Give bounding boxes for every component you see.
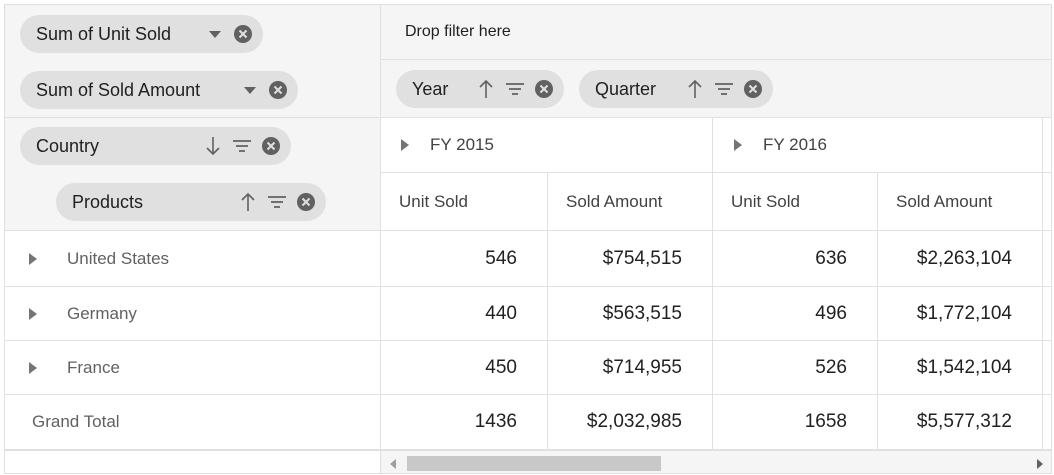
- pill-label: Sum of Unit Sold: [36, 23, 172, 44]
- remove-circle-icon[interactable]: [296, 192, 316, 212]
- sort-ascending-icon[interactable]: [476, 78, 496, 100]
- measure-header-overflow: [1043, 173, 1051, 231]
- value-cell-overflow: [1043, 231, 1051, 287]
- expand-icon[interactable]: [29, 361, 37, 374]
- value-cell[interactable]: $714,955: [548, 341, 713, 395]
- grand-total-cell[interactable]: $2,032,985: [548, 395, 713, 450]
- horizontal-scrollbar[interactable]: [381, 450, 1051, 473]
- caret-down-icon[interactable]: [240, 80, 260, 100]
- column-group-header[interactable]: FY 2015: [381, 118, 713, 173]
- values-pill-unit-sold[interactable]: Sum of Unit Sold: [20, 15, 263, 53]
- grand-total-row-header: Grand Total: [5, 395, 381, 450]
- column-group-label: FY 2016: [763, 135, 827, 154]
- rows-drop-zone[interactable]: Country Products: [5, 118, 381, 231]
- value-cell[interactable]: $1,542,104: [878, 341, 1043, 395]
- value-cell[interactable]: $1,772,104: [878, 287, 1043, 341]
- column-pill-year[interactable]: Year: [396, 70, 564, 108]
- filter-drop-zone[interactable]: Drop filter here: [381, 5, 1051, 60]
- expand-icon[interactable]: [29, 252, 37, 265]
- pivot-table: Sum of Unit Sold Sum of Sold Amount Drop…: [4, 4, 1052, 474]
- value-cell[interactable]: 546: [381, 231, 548, 287]
- measure-header[interactable]: Unit Sold: [713, 173, 878, 231]
- pill-label: Year: [412, 78, 449, 99]
- remove-circle-icon[interactable]: [233, 24, 253, 44]
- scroll-left-icon[interactable]: [390, 459, 396, 469]
- value-cell-overflow: [1043, 287, 1051, 341]
- table-row-header[interactable]: France: [5, 341, 381, 395]
- remove-circle-icon[interactable]: [268, 80, 288, 100]
- measure-label: Sold Amount: [566, 191, 663, 211]
- values-drop-zone[interactable]: Sum of Unit Sold Sum of Sold Amount: [5, 5, 381, 118]
- measure-header[interactable]: Sold Amount: [878, 173, 1043, 231]
- row-pill-products[interactable]: Products: [56, 183, 326, 221]
- filter-icon[interactable]: [504, 79, 526, 99]
- row-label: Germany: [67, 303, 137, 323]
- columns-drop-zone[interactable]: Year Quarter: [381, 60, 1051, 118]
- value-cell[interactable]: 496: [713, 287, 878, 341]
- pill-label: Products: [72, 191, 144, 212]
- expand-icon[interactable]: [29, 307, 37, 320]
- row-label: United States: [67, 248, 170, 268]
- scrollbar-thumb[interactable]: [407, 456, 661, 471]
- measure-header[interactable]: Sold Amount: [548, 173, 713, 231]
- pill-label: Quarter: [595, 78, 657, 99]
- column-group-header-overflow: [1043, 118, 1051, 173]
- column-group-label: FY 2015: [430, 135, 494, 154]
- pill-label: Sum of Sold Amount: [36, 79, 201, 100]
- value-cell[interactable]: $2,263,104: [878, 231, 1043, 287]
- value-cell[interactable]: $754,515: [548, 231, 713, 287]
- remove-circle-icon[interactable]: [261, 136, 281, 156]
- value-cell[interactable]: 450: [381, 341, 548, 395]
- remove-circle-icon[interactable]: [534, 79, 554, 99]
- grand-total-cell[interactable]: $5,577,312: [878, 395, 1043, 450]
- table-row-header[interactable]: Germany: [5, 287, 381, 341]
- value-cell[interactable]: 526: [713, 341, 878, 395]
- row-label: Grand Total: [32, 412, 120, 431]
- sort-descending-icon[interactable]: [203, 135, 223, 157]
- scroll-right-icon[interactable]: [1037, 459, 1043, 469]
- value-cell[interactable]: 440: [381, 287, 548, 341]
- grand-total-cell[interactable]: 1436: [381, 395, 548, 450]
- row-label: France: [67, 357, 120, 377]
- value-cell-overflow: [1043, 341, 1051, 395]
- pill-label: Country: [36, 135, 100, 156]
- caret-down-icon[interactable]: [205, 24, 225, 44]
- row-pill-country[interactable]: Country: [20, 127, 291, 165]
- remove-circle-icon[interactable]: [743, 79, 763, 99]
- values-pill-sold-amount[interactable]: Sum of Sold Amount: [20, 71, 298, 109]
- measure-label: Sold Amount: [896, 191, 993, 211]
- column-pill-quarter[interactable]: Quarter: [579, 70, 773, 108]
- drop-filter-hint: Drop filter here: [405, 23, 511, 40]
- expand-icon[interactable]: [401, 139, 409, 151]
- scroll-corner: [5, 450, 381, 473]
- value-cell-overflow: [1043, 395, 1051, 450]
- measure-header[interactable]: Unit Sold: [381, 173, 548, 231]
- measure-label: Unit Sold: [731, 191, 800, 211]
- sort-ascending-icon[interactable]: [685, 78, 705, 100]
- table-row-header[interactable]: United States: [5, 231, 381, 287]
- expand-icon[interactable]: [734, 139, 742, 151]
- filter-icon[interactable]: [266, 192, 288, 212]
- value-cell[interactable]: 636: [713, 231, 878, 287]
- grand-total-cell[interactable]: 1658: [713, 395, 878, 450]
- column-group-header[interactable]: FY 2016: [713, 118, 1043, 173]
- value-cell[interactable]: $563,515: [548, 287, 713, 341]
- sort-ascending-icon[interactable]: [238, 191, 258, 213]
- measure-label: Unit Sold: [399, 191, 468, 211]
- filter-icon[interactable]: [713, 79, 735, 99]
- filter-icon[interactable]: [231, 136, 253, 156]
